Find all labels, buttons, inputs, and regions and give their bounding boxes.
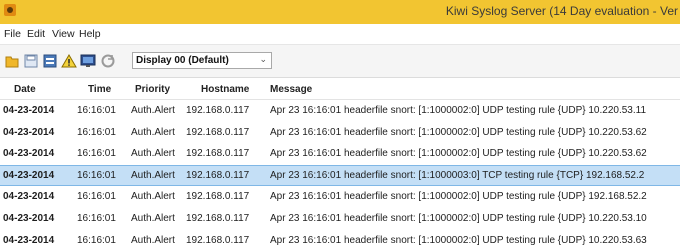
- cell-date: 04-23-2014: [3, 148, 55, 160]
- cell-priority: Auth.Alert: [131, 212, 175, 224]
- alert-icon[interactable]: [61, 53, 77, 69]
- message-list: 04-23-2014 16:16:01 Auth.Alert 192.168.0…: [0, 100, 680, 251]
- cell-message: Apr 23 16:16:01 headerfile snort: [1:100…: [270, 148, 647, 160]
- column-time[interactable]: Time: [88, 84, 111, 95]
- cell-time: 16:16:01: [77, 191, 116, 203]
- table-row[interactable]: 04-23-2014 16:16:01 Auth.Alert 192.168.0…: [0, 208, 680, 230]
- column-hostname[interactable]: Hostname: [201, 84, 249, 95]
- cell-message: Apr 23 16:16:01 headerfile snort: [1:100…: [270, 169, 645, 181]
- cell-date: 04-23-2014: [3, 212, 55, 224]
- cell-time: 16:16:01: [77, 234, 116, 246]
- menu-bar: File Edit View Help: [0, 24, 680, 45]
- kiwi-app-icon: [4, 4, 16, 16]
- refresh-icon[interactable]: [100, 53, 116, 69]
- column-date[interactable]: Date: [14, 84, 36, 95]
- cell-date: 04-23-2014: [3, 234, 55, 246]
- cell-time: 16:16:01: [77, 126, 116, 138]
- cell-message: Apr 23 16:16:01 headerfile snort: [1:100…: [270, 212, 647, 224]
- cell-priority: Auth.Alert: [131, 191, 175, 203]
- clear-icon[interactable]: [42, 53, 58, 69]
- chevron-down-icon: ⌄: [259, 54, 267, 64]
- cell-hostname: 192.168.0.117: [186, 126, 250, 138]
- cell-hostname: 192.168.0.117: [186, 105, 250, 116]
- table-row[interactable]: 04-23-2014 16:16:01 Auth.Alert 192.168.0…: [0, 186, 680, 208]
- cell-priority: Auth.Alert: [131, 105, 175, 116]
- cell-message: Apr 23 16:16:01 headerfile snort: [1:100…: [270, 105, 647, 116]
- table-row[interactable]: 04-23-2014 16:16:01 Auth.Alert 192.168.0…: [0, 122, 680, 144]
- title-bar: Kiwi Syslog Server (14 Day evaluation - …: [0, 0, 680, 25]
- cell-hostname: 192.168.0.117: [186, 191, 250, 203]
- open-icon[interactable]: [4, 53, 20, 69]
- cell-time: 16:16:01: [77, 212, 116, 224]
- cell-hostname: 192.168.0.117: [186, 169, 250, 181]
- cell-time: 16:16:01: [77, 169, 116, 181]
- cell-hostname: 192.168.0.117: [186, 234, 250, 246]
- cell-date: 04-23-2014: [3, 105, 55, 116]
- column-priority[interactable]: Priority: [135, 84, 170, 95]
- monitor-icon[interactable]: [80, 53, 96, 69]
- menu-edit[interactable]: Edit: [27, 28, 45, 40]
- cell-priority: Auth.Alert: [131, 169, 175, 181]
- cell-message: Apr 23 16:16:01 headerfile snort: [1:100…: [270, 126, 647, 138]
- table-row[interactable]: 04-23-2014 16:16:01 Auth.Alert 192.168.0…: [0, 230, 680, 252]
- table-header: Date Time Priority Hostname Message: [0, 79, 680, 100]
- menu-help[interactable]: Help: [79, 28, 101, 40]
- table-row[interactable]: 04-23-2014 16:16:01 Auth.Alert 192.168.0…: [0, 100, 680, 122]
- cell-date: 04-23-2014: [3, 191, 55, 203]
- cell-priority: Auth.Alert: [131, 234, 175, 246]
- table-row-selected[interactable]: 04-23-2014 16:16:01 Auth.Alert 192.168.0…: [0, 164, 680, 187]
- cell-time: 16:16:01: [77, 105, 116, 116]
- display-select-value: Display 00 (Default): [136, 55, 229, 66]
- cell-time: 16:16:01: [77, 148, 116, 160]
- column-message[interactable]: Message: [270, 84, 312, 95]
- cell-priority: Auth.Alert: [131, 148, 175, 160]
- menu-view[interactable]: View: [52, 28, 75, 40]
- menu-file[interactable]: File: [4, 28, 21, 40]
- cell-message: Apr 23 16:16:01 headerfile snort: [1:100…: [270, 234, 647, 246]
- cell-hostname: 192.168.0.117: [186, 212, 250, 224]
- display-select[interactable]: Display 00 (Default) ⌄: [132, 52, 272, 69]
- window-title: Kiwi Syslog Server (14 Day evaluation - …: [445, 4, 678, 18]
- table-row[interactable]: 04-23-2014 16:16:01 Auth.Alert 192.168.0…: [0, 143, 680, 165]
- cell-message: Apr 23 16:16:01 headerfile snort: [1:100…: [270, 191, 647, 203]
- cell-date: 04-23-2014: [3, 169, 55, 181]
- save-icon[interactable]: [23, 53, 39, 69]
- cell-priority: Auth.Alert: [131, 126, 175, 138]
- cell-hostname: 192.168.0.117: [186, 148, 250, 160]
- toolbar: Display 00 (Default) ⌄: [0, 45, 680, 78]
- cell-date: 04-23-2014: [3, 126, 55, 138]
